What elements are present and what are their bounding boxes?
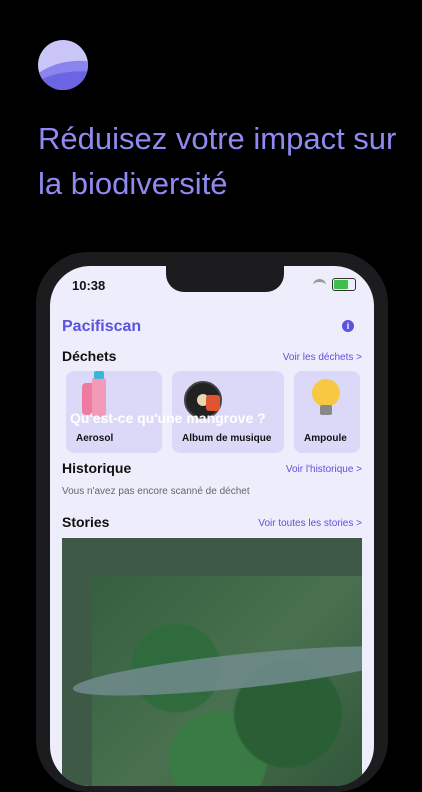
phone-screen: 10:38 Pacifiscan i Déchets Voir les déch… <box>50 266 374 786</box>
app-logo-icon <box>38 40 88 90</box>
see-history-link[interactable]: Voir l'historique > <box>286 464 362 475</box>
section-title-dechets: Déchets <box>62 348 117 364</box>
headline: Réduisez votre impact sur la biodiversit… <box>38 121 397 201</box>
section-title-stories: Stories <box>62 514 110 530</box>
waste-card-label: Album de musique <box>182 433 272 444</box>
wifi-icon <box>313 278 326 291</box>
status-icons <box>313 278 356 291</box>
battery-icon <box>332 278 356 291</box>
status-time: 10:38 <box>72 278 106 293</box>
info-icon[interactable]: i <box>342 320 354 332</box>
story-card[interactable] <box>62 538 362 786</box>
mangrove-image <box>71 576 362 786</box>
history-empty-text: Vous n'avez pas encore scanné de déchet <box>62 486 250 497</box>
section-title-historique: Historique <box>62 460 132 476</box>
app-title: Pacifiscan <box>62 318 142 335</box>
waste-card-label: Ampoule <box>304 433 347 444</box>
see-all-stories-link[interactable]: Voir toutes les stories > <box>258 518 362 529</box>
see-waste-link[interactable]: Voir les déchets > <box>283 352 362 363</box>
waste-card-ampoule[interactable]: Ampoule <box>294 371 360 453</box>
waste-card-label: Aerosol <box>76 433 114 444</box>
phone-frame: 10:38 Pacifiscan i Déchets Voir les déch… <box>36 252 388 792</box>
notch <box>166 266 284 292</box>
story-caption: Qu'est-ce qu'une mangrove ? <box>70 410 266 426</box>
